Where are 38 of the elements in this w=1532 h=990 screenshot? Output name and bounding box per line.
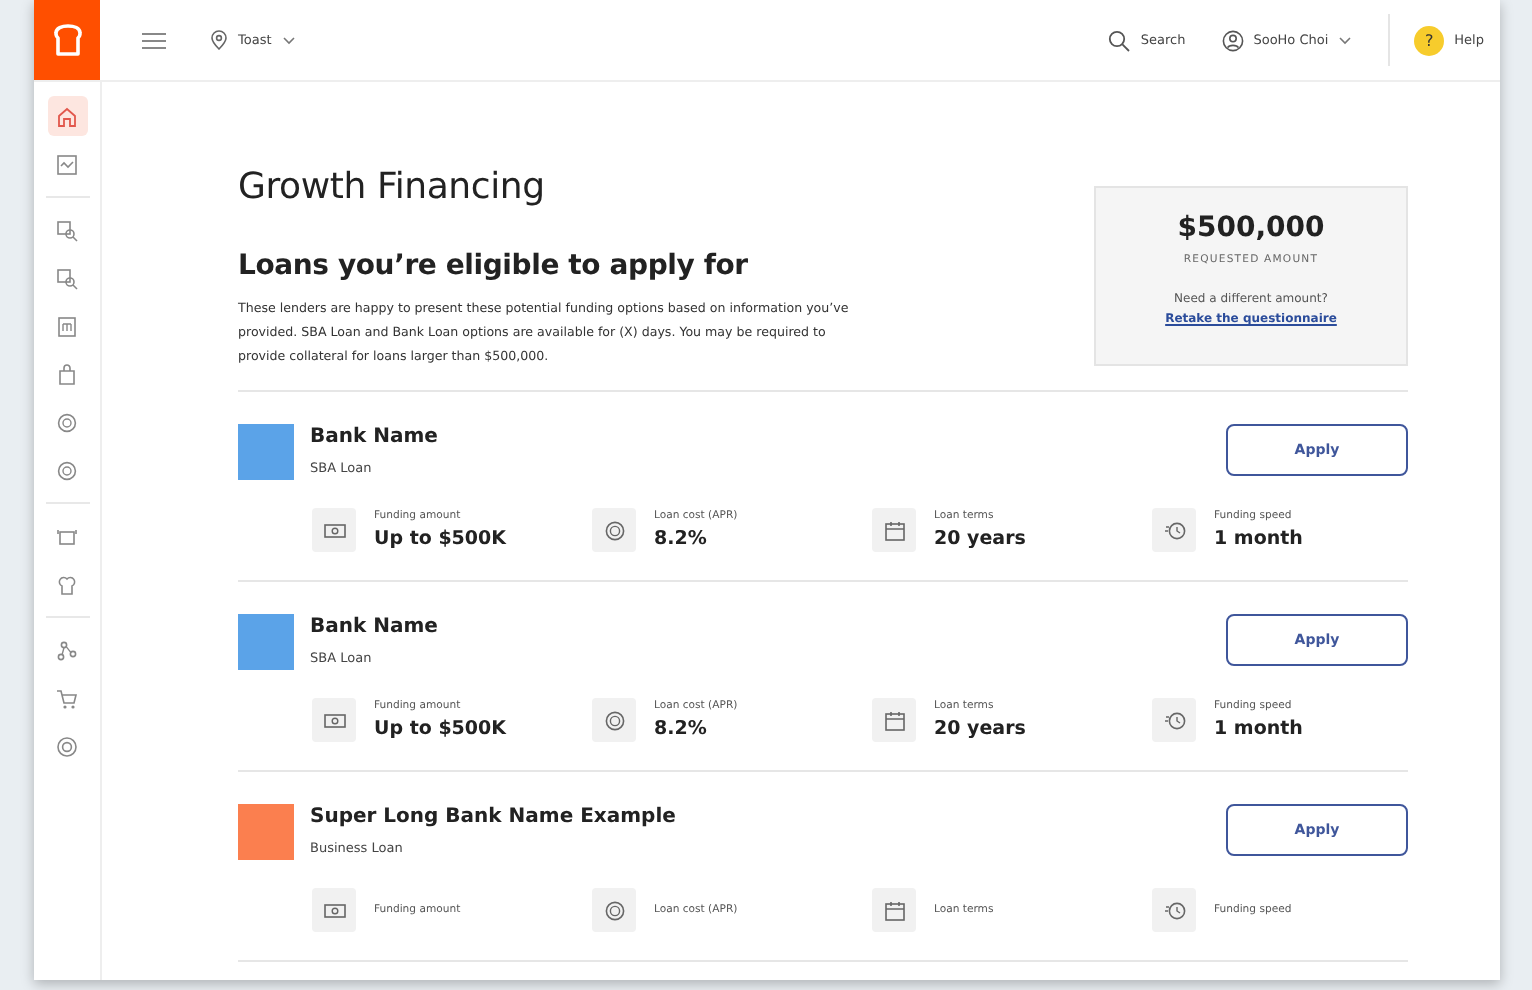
- metric-value: Up to $500K: [374, 528, 506, 550]
- caret-icon: [1338, 35, 1353, 45]
- caret-icon: [281, 35, 296, 45]
- clock-icon: [1152, 508, 1196, 552]
- cart-icon: [56, 687, 78, 709]
- metric-value: 20 years: [934, 528, 1026, 550]
- document-search-icon: [56, 267, 78, 289]
- bank-name: Bank Name: [310, 616, 440, 638]
- network-icon: [56, 639, 78, 661]
- cash-icon: [312, 698, 356, 742]
- help-badge: ?: [1414, 25, 1445, 55]
- bank-name: Bank Name: [310, 426, 440, 448]
- requested-amount: $500,000: [1177, 212, 1325, 244]
- sidebar-item[interactable]: [47, 96, 87, 136]
- metric-value: 1 month: [1214, 528, 1303, 550]
- location-pin-icon: [210, 30, 228, 50]
- metric-value: 8.2%: [654, 718, 709, 740]
- cash-icon: [312, 888, 356, 932]
- clock-icon: [1152, 698, 1196, 742]
- section-title: Loans you’re eligible to apply for: [238, 250, 750, 282]
- bank-name: Super Long Bank Name Example: [310, 806, 678, 828]
- app-logo[interactable]: [34, 0, 100, 80]
- activity-icon: [56, 153, 78, 175]
- table-icon: [56, 525, 78, 547]
- cash-icon: [312, 508, 356, 552]
- bag-icon: [56, 363, 78, 385]
- toast-logo-icon: [49, 22, 85, 58]
- metric-value: 20 years: [934, 718, 1026, 740]
- menu-icon[interactable]: [142, 31, 166, 49]
- user-icon: [1221, 29, 1244, 51]
- metric-value: 1 month: [1214, 718, 1303, 740]
- clock-icon: [1152, 888, 1196, 932]
- search-icon: [1108, 29, 1131, 51]
- home-icon: [56, 105, 78, 127]
- page-title: Growth Financing: [238, 166, 547, 208]
- circle-icon: [56, 735, 78, 757]
- metric-value: 8.2%: [654, 528, 709, 550]
- metric-value: Up to $500K: [374, 718, 506, 740]
